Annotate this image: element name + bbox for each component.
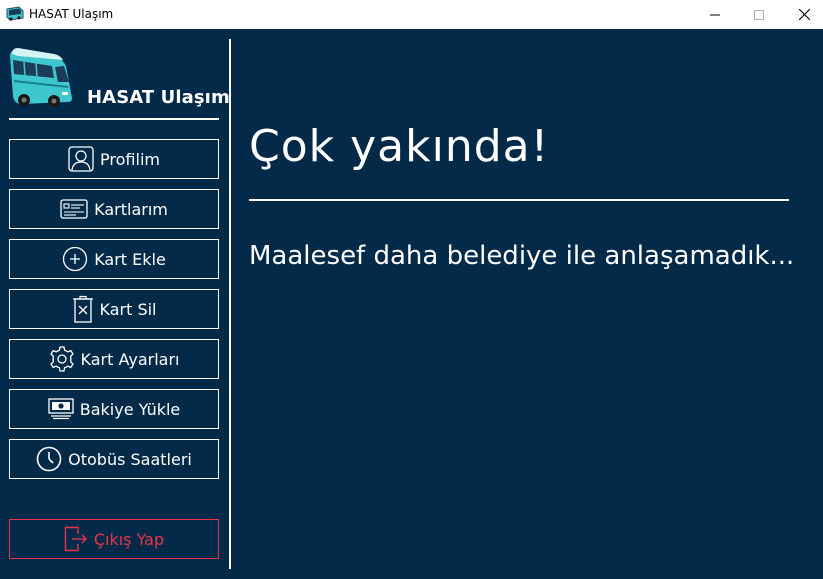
close-icon (798, 9, 810, 20)
id-card-icon (60, 199, 88, 219)
my-cards-label: Kartlarım (94, 199, 168, 219)
maximize-icon (754, 9, 764, 20)
logout-icon (64, 526, 88, 552)
logout-button[interactable]: Çıkış Yap (9, 519, 219, 559)
profile-button[interactable]: Profilim (9, 139, 219, 179)
money-icon (48, 398, 74, 420)
delete-card-button[interactable]: Kart Sil (9, 289, 219, 329)
card-settings-button[interactable]: Kart Ayarları (9, 339, 219, 379)
brand-divider (9, 118, 219, 120)
app-window: HASAT Ulaşım HASAT Ulaşım Profilim Kartl… (0, 0, 823, 579)
maximize-button[interactable] (736, 0, 782, 29)
profile-label: Profilim (100, 149, 160, 169)
title-bar[interactable]: HASAT Ulaşım (0, 0, 823, 29)
client-area: HASAT Ulaşım Profilim Kartlarım Kart Ekl… (0, 29, 823, 579)
add-card-button[interactable]: Kart Ekle (9, 239, 219, 279)
user-icon (68, 146, 94, 172)
bus-app-icon (6, 6, 24, 22)
logout-label: Çıkış Yap (93, 529, 165, 549)
page-headline: Çok yakında! (249, 121, 550, 172)
load-balance-label: Bakiye Yükle (79, 399, 181, 419)
headline-divider (249, 199, 789, 201)
window-title: HASAT Ulaşım (29, 7, 114, 21)
delete-card-label: Kart Sil (99, 299, 157, 319)
add-card-label: Kart Ekle (94, 249, 166, 269)
sidebar-divider (229, 39, 231, 569)
bus-logo-icon (8, 46, 74, 108)
my-cards-button[interactable]: Kartlarım (9, 189, 219, 229)
minimize-button[interactable] (692, 0, 738, 29)
load-balance-button[interactable]: Bakiye Yükle (9, 389, 219, 429)
gear-icon (49, 346, 75, 372)
trash-icon (72, 295, 94, 323)
clock-icon (36, 446, 62, 472)
info-message: Maalesef daha belediye ile anlaşamadık..… (249, 241, 795, 271)
minimize-icon (710, 14, 720, 15)
bus-schedule-button[interactable]: Otobüs Saatleri (9, 439, 219, 479)
brand-title: HASAT Ulaşım (87, 87, 230, 108)
close-button[interactable] (781, 0, 823, 29)
plus-circle-icon (62, 246, 88, 272)
card-settings-label: Kart Ayarları (80, 349, 180, 369)
bus-schedule-label: Otobüs Saatleri (68, 449, 192, 469)
